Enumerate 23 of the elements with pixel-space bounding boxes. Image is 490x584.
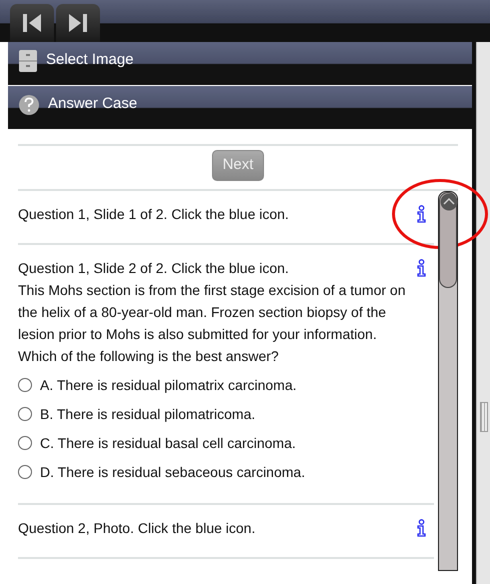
- answer-option[interactable]: B. There is residual pilomatricoma.: [18, 400, 256, 428]
- resize-grip[interactable]: [480, 402, 488, 432]
- scrollbar-track[interactable]: [438, 190, 458, 570]
- answer-option[interactable]: A. There is residual pilomatrix carcinoma.: [18, 370, 297, 400]
- help-icon: [18, 94, 40, 116]
- info-icon[interactable]: [417, 258, 426, 276]
- question-prompt: Which of the following is the best answer?: [18, 346, 280, 366]
- answer-option[interactable]: D. There is residual sebaceous carcinoma.: [18, 458, 306, 486]
- select-image-tab[interactable]: Select Image: [8, 42, 472, 85]
- answer-option[interactable]: C. There is residual basal cell carcinoma.: [18, 428, 296, 458]
- question-label: Question 1, Slide 1 of 2. Click the blue icon.: [18, 204, 290, 224]
- cabinet-icon: [18, 48, 38, 72]
- question-label: Question 2, Photo. Click the blue icon.: [18, 518, 256, 538]
- scrollbar-thumb[interactable]: [439, 192, 457, 288]
- skip-back-icon: [20, 12, 44, 34]
- skip-forward-icon: [66, 12, 90, 34]
- last-button[interactable]: [56, 4, 100, 42]
- question-title: Question 1, Slide 2 of 2. Click the blue icon.: [18, 258, 290, 278]
- info-icon[interactable]: [417, 518, 426, 536]
- answer-case-tab[interactable]: Answer Case: [8, 86, 472, 129]
- question-text: This Mohs section is from the first stage excision of a tumor on the helix of a 80-year-old man. Frozen section biopsy of the lesion prior to Mohs is also submitted for your information.: [18, 280, 406, 344]
- info-icon[interactable]: [417, 204, 426, 222]
- first-button[interactable]: [10, 4, 54, 42]
